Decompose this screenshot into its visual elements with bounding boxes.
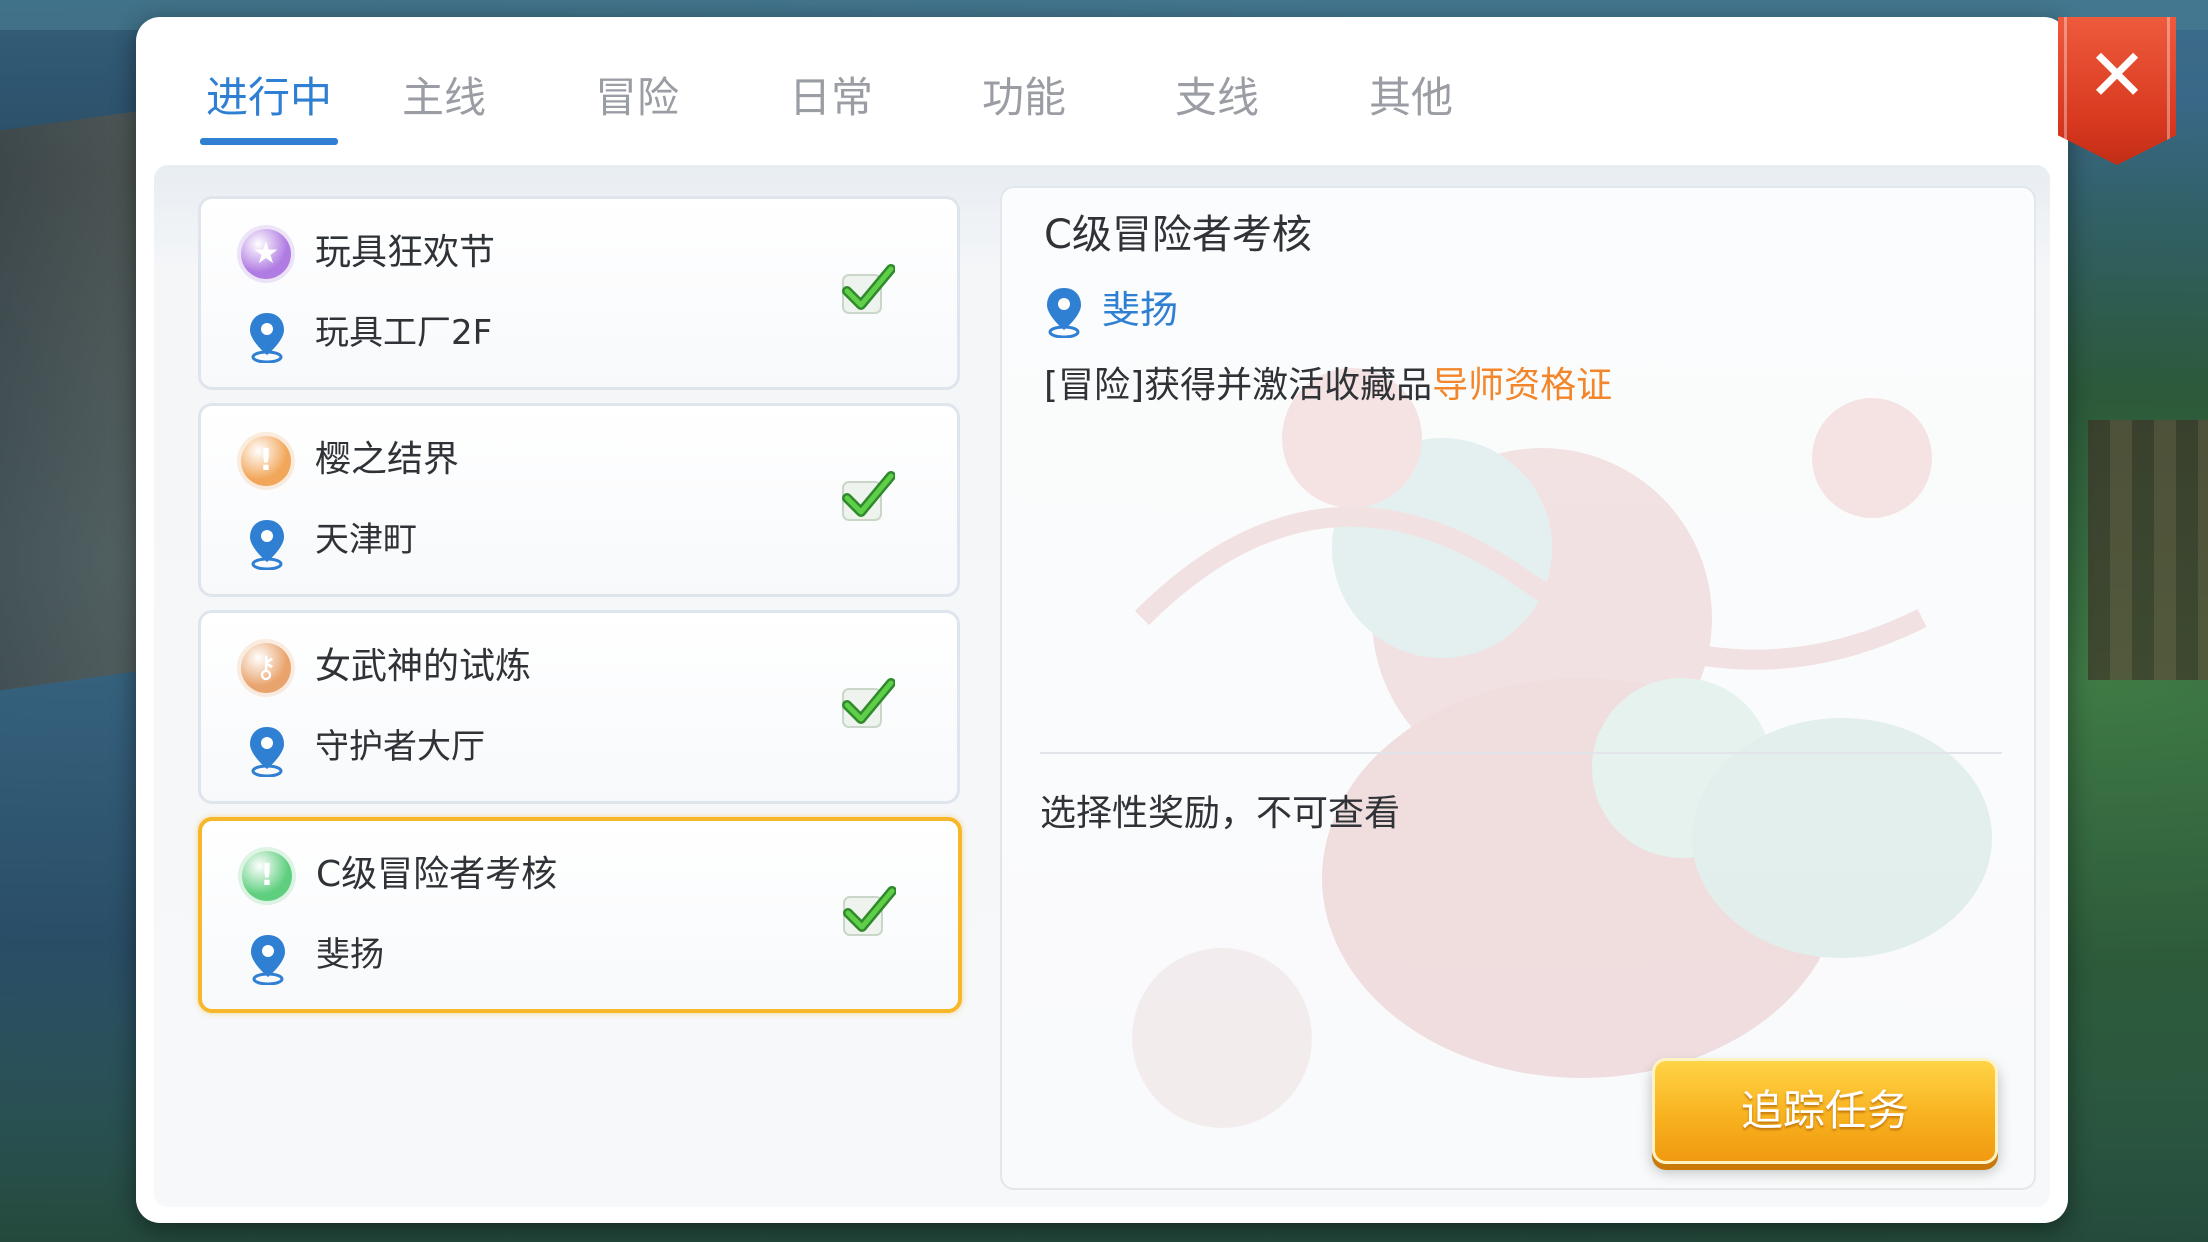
quest-location: 斐扬	[316, 935, 384, 975]
tab-in-progress[interactable]: 进行中	[200, 43, 338, 153]
quest-location: 玩具工厂2F	[315, 313, 493, 353]
quest-card[interactable]: ! 樱之结界 天津町	[198, 403, 960, 597]
reward-note: 选择性奖励，不可查看	[1040, 793, 1401, 834]
collectible-name: 导师资格证	[1432, 365, 1613, 406]
completed-check-icon	[843, 886, 896, 936]
tab-daily[interactable]: 日常	[776, 43, 886, 153]
tab-function[interactable]: 功能	[969, 43, 1079, 153]
detail-location-link[interactable]: 斐扬	[1102, 280, 1178, 340]
location-pin-icon	[251, 935, 285, 985]
location-pin-icon	[250, 313, 284, 363]
divider	[1040, 752, 2002, 754]
quest-location: 守护者大厅	[315, 727, 485, 767]
quest-card[interactable]: ★ 玩具狂欢节 玩具工厂2F	[198, 196, 960, 390]
quest-name: 女武神的试炼	[315, 646, 532, 687]
background-fence	[2088, 420, 2208, 680]
background-wall	[0, 109, 150, 691]
close-button[interactable]: ✕	[2058, 17, 2176, 165]
location-pin-icon	[250, 727, 284, 777]
completed-check-icon	[842, 678, 895, 728]
track-quest-button[interactable]: 追踪任务	[1652, 1058, 1998, 1164]
quest-detail-panel: C级冒险者考核 斐扬 [冒险]获得并激活收藏品导师资格证 选择性奖励，不可查看	[1000, 186, 2036, 1190]
key-icon: ⚷	[241, 643, 291, 693]
quest-location: 天津町	[315, 520, 417, 560]
tab-adventure[interactable]: 冒险	[582, 43, 692, 153]
quest-name: C级冒险者考核	[316, 854, 558, 895]
exclamation-icon: !	[241, 436, 291, 486]
completed-check-icon	[842, 471, 895, 521]
quest-name: 玩具狂欢节	[315, 232, 496, 273]
star-icon: ★	[241, 229, 291, 279]
close-icon: ✕	[2086, 33, 2148, 117]
tab-other[interactable]: 其他	[1356, 43, 1466, 153]
completed-check-icon	[842, 264, 895, 314]
tab-bar: 进行中 主线 冒险 日常 功能 支线 其他	[200, 43, 1704, 153]
location-pin-icon	[250, 520, 284, 570]
quest-name: 樱之结界	[315, 439, 460, 480]
description-text: [冒险]获得并激活收藏品	[1044, 365, 1433, 406]
tab-side[interactable]: 支线	[1162, 43, 1272, 153]
quest-card[interactable]: ! C级冒险者考核 斐扬	[198, 817, 962, 1013]
detail-title: C级冒险者考核	[1044, 212, 1312, 258]
detail-description: [冒险]获得并激活收藏品导师资格证	[1044, 356, 1612, 416]
tab-main[interactable]: 主线	[389, 43, 499, 153]
location-pin-icon	[1047, 288, 1081, 338]
exclamation-icon: !	[242, 851, 292, 901]
quest-card[interactable]: ⚷ 女武神的试炼 守护者大厅	[198, 610, 960, 804]
